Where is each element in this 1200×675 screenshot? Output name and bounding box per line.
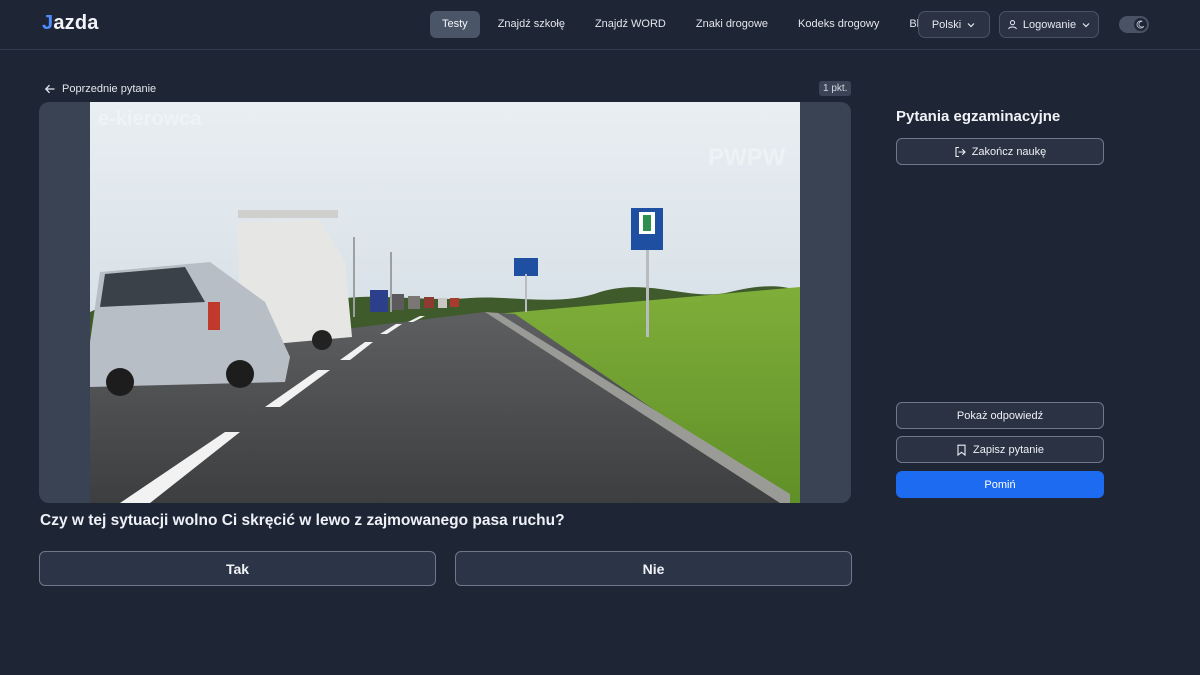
answer-yes-button[interactable]: Tak — [39, 551, 436, 586]
nav-item-znajdz-word[interactable]: Znajdź WORD — [583, 11, 678, 38]
save-question-label: Zapisz pytanie — [973, 443, 1044, 456]
bookmark-icon — [957, 444, 966, 456]
skip-label: Pomiń — [984, 478, 1016, 491]
logout-icon — [955, 146, 966, 157]
watermark-right: PWPW — [708, 144, 786, 171]
question-media: e-kierowca PWPW — [39, 102, 851, 503]
answer-no-button[interactable]: Nie — [455, 551, 852, 586]
theme-toggle[interactable] — [1119, 16, 1149, 33]
question-text: Czy w tej sytuacji wolno Ci skręcić w le… — [40, 512, 565, 529]
user-icon — [1008, 20, 1017, 30]
sidebar-title: Pytania egzaminacyjne — [896, 108, 1061, 125]
previous-question-label: Poprzednie pytanie — [62, 83, 157, 95]
nav-item-testy[interactable]: Testy — [430, 11, 480, 38]
language-label: Polski — [931, 18, 962, 31]
logo[interactable]: Jazda — [42, 12, 99, 35]
chevron-down-icon — [1082, 22, 1090, 27]
road-scene-image: e-kierowca PWPW — [90, 102, 800, 503]
nav-item-znajdz-szkole[interactable]: Znajdź szkołę — [486, 11, 577, 38]
login-label: Logowanie — [1022, 18, 1077, 31]
nav-item-kodeks-drogowy[interactable]: Kodeks drogowy — [786, 11, 891, 38]
login-button[interactable]: Logowanie — [999, 11, 1099, 38]
end-learning-label: Zakończ naukę — [971, 145, 1047, 158]
watermark-left: e-kierowca — [98, 108, 202, 130]
nav-item-znaki-drogowe[interactable]: Znaki drogowe — [684, 11, 780, 38]
show-answer-button[interactable]: Pokaż odpowiedź — [896, 402, 1104, 429]
main-nav: Testy Znajdź szkołę Znajdź WORD Znaki dr… — [430, 11, 949, 38]
points-badge: 1 pkt. — [819, 81, 852, 96]
save-question-button[interactable]: Zapisz pytanie — [896, 436, 1104, 463]
skip-button[interactable]: Pomiń — [896, 471, 1104, 498]
show-answer-label: Pokaż odpowiedź — [956, 409, 1044, 422]
end-learning-button[interactable]: Zakończ naukę — [896, 138, 1104, 165]
previous-question-link[interactable]: Poprzednie pytanie — [44, 81, 156, 97]
language-select[interactable]: Polski — [918, 11, 990, 38]
top-navbar: Jazda Testy Znajdź szkołę Znajdź WORD Zn… — [0, 0, 1200, 50]
arrow-left-icon — [44, 84, 55, 94]
chevron-down-icon — [967, 22, 975, 27]
moon-icon — [1134, 18, 1147, 31]
